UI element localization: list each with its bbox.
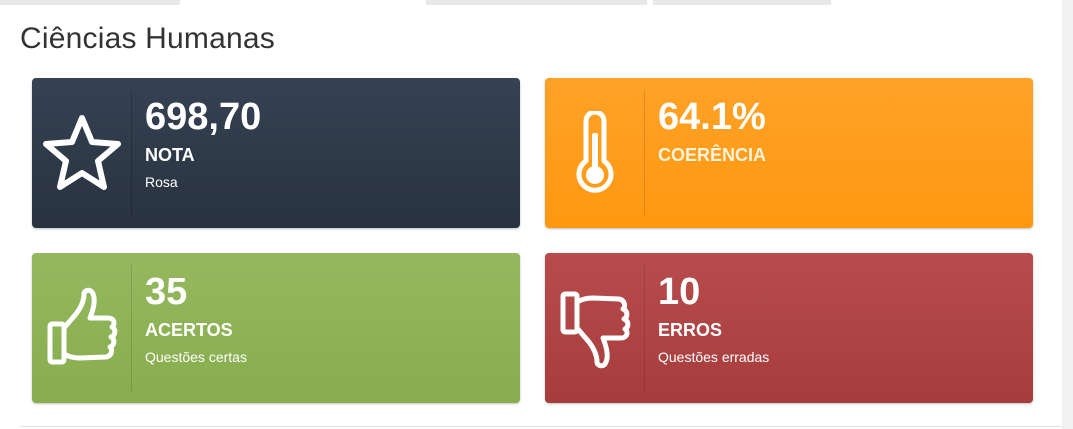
card-divider — [131, 90, 132, 216]
section-divider — [20, 426, 1062, 427]
errors-sublabel: Questões erradas — [658, 349, 770, 365]
score-sublabel: Rosa — [145, 174, 178, 190]
correct-label: ACERTOS — [145, 320, 233, 340]
thumbs-up-icon — [32, 253, 131, 403]
section-title: Ciências Humanas — [20, 22, 275, 55]
errors-card: 10 ERROS Questões erradas — [545, 253, 1033, 403]
card-divider — [644, 265, 645, 391]
correct-value: 35 — [145, 271, 188, 313]
errors-label: ERROS — [658, 320, 723, 340]
score-card: 698,70 NOTA Rosa — [32, 78, 520, 228]
tab-2[interactable] — [426, 0, 647, 5]
tab-3[interactable] — [653, 0, 831, 5]
correct-card: 35 ACERTOS Questões certas — [32, 253, 520, 403]
score-value: 698,70 — [145, 96, 262, 138]
thumbs-down-icon — [545, 253, 644, 403]
tab-strip — [0, 0, 1062, 5]
tab-1[interactable] — [0, 0, 180, 5]
card-divider — [131, 265, 132, 391]
correct-sublabel: Questões certas — [145, 349, 247, 365]
thermometer-icon — [545, 78, 644, 228]
coherence-value: 64.1% — [658, 96, 766, 138]
coherence-label: COERÊNCIA — [658, 145, 767, 165]
errors-value: 10 — [658, 271, 701, 313]
content-panel: Ciências Humanas 698,70 NOTA Rosa 64.1% … — [0, 0, 1062, 429]
score-label: NOTA — [145, 145, 195, 165]
coherence-card: 64.1% COERÊNCIA — [545, 78, 1033, 228]
card-divider — [644, 90, 645, 216]
star-icon — [32, 78, 131, 228]
